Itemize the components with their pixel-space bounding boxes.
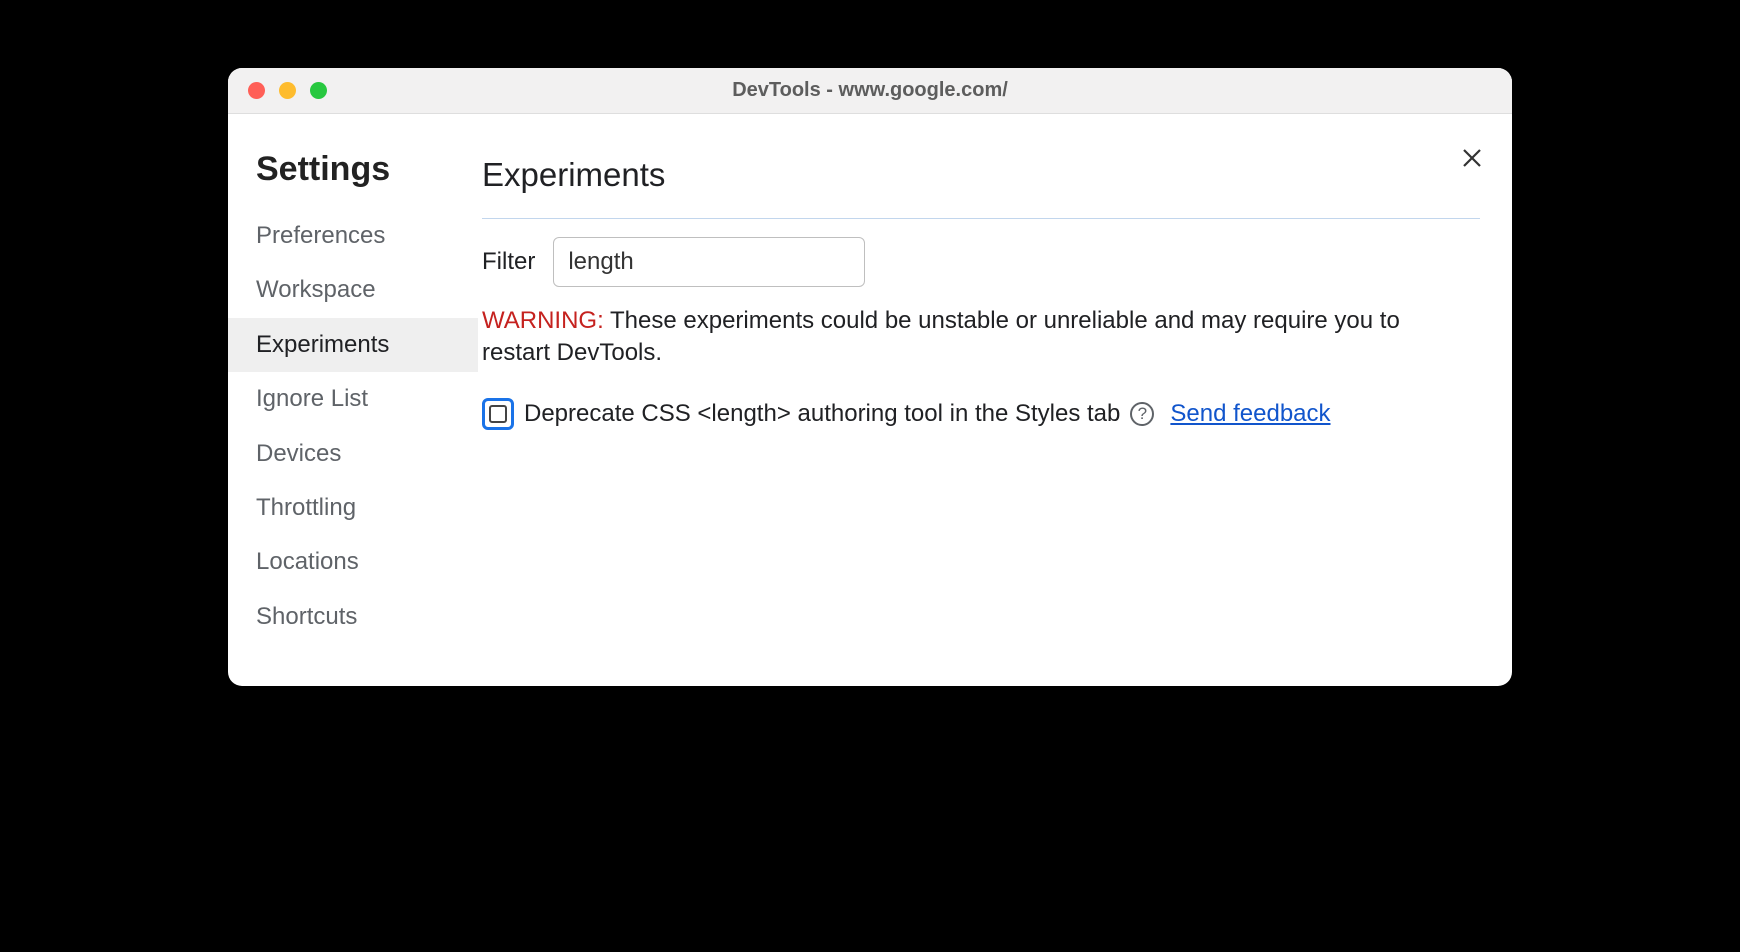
sidebar-item-devices[interactable]: Devices: [228, 427, 478, 481]
main-panel: Experiments Filter WARNING: These experi…: [478, 114, 1512, 686]
window-zoom-button[interactable]: [310, 82, 327, 99]
filter-input[interactable]: [553, 237, 865, 287]
window-title: DevTools - www.google.com/: [228, 79, 1512, 102]
window-body: Settings Preferences Workspace Experimen…: [228, 114, 1512, 686]
experiment-label: Deprecate CSS <length> authoring tool in…: [524, 400, 1120, 428]
devtools-window: DevTools - www.google.com/ Settings Pref…: [228, 68, 1512, 686]
sidebar-item-locations[interactable]: Locations: [228, 535, 478, 589]
sidebar-title: Settings: [228, 150, 478, 209]
window-close-button[interactable]: [248, 82, 265, 99]
warning-label: WARNING:: [482, 307, 604, 334]
help-icon[interactable]: ?: [1130, 402, 1154, 426]
experiment-row: Deprecate CSS <length> authoring tool in…: [482, 398, 1480, 430]
send-feedback-link[interactable]: Send feedback: [1170, 400, 1330, 428]
sidebar-item-shortcuts[interactable]: Shortcuts: [228, 590, 478, 644]
experiment-checkbox[interactable]: [482, 398, 514, 430]
window-minimize-button[interactable]: [279, 82, 296, 99]
sidebar: Settings Preferences Workspace Experimen…: [228, 114, 478, 686]
filter-row: Filter: [482, 237, 1480, 287]
sidebar-item-ignore-list[interactable]: Ignore List: [228, 372, 478, 426]
warning-text: WARNING: These experiments could be unst…: [482, 305, 1442, 370]
sidebar-item-preferences[interactable]: Preferences: [228, 209, 478, 263]
checkbox-inner-icon: [489, 405, 507, 423]
sidebar-item-experiments[interactable]: Experiments: [228, 318, 478, 372]
titlebar: DevTools - www.google.com/: [228, 68, 1512, 114]
warning-body: These experiments could be unstable or u…: [482, 307, 1400, 366]
close-icon[interactable]: [1460, 146, 1484, 175]
window-controls: [248, 82, 327, 99]
filter-label: Filter: [482, 248, 535, 276]
sidebar-item-workspace[interactable]: Workspace: [228, 263, 478, 317]
sidebar-item-throttling[interactable]: Throttling: [228, 481, 478, 535]
page-title: Experiments: [482, 156, 1480, 219]
